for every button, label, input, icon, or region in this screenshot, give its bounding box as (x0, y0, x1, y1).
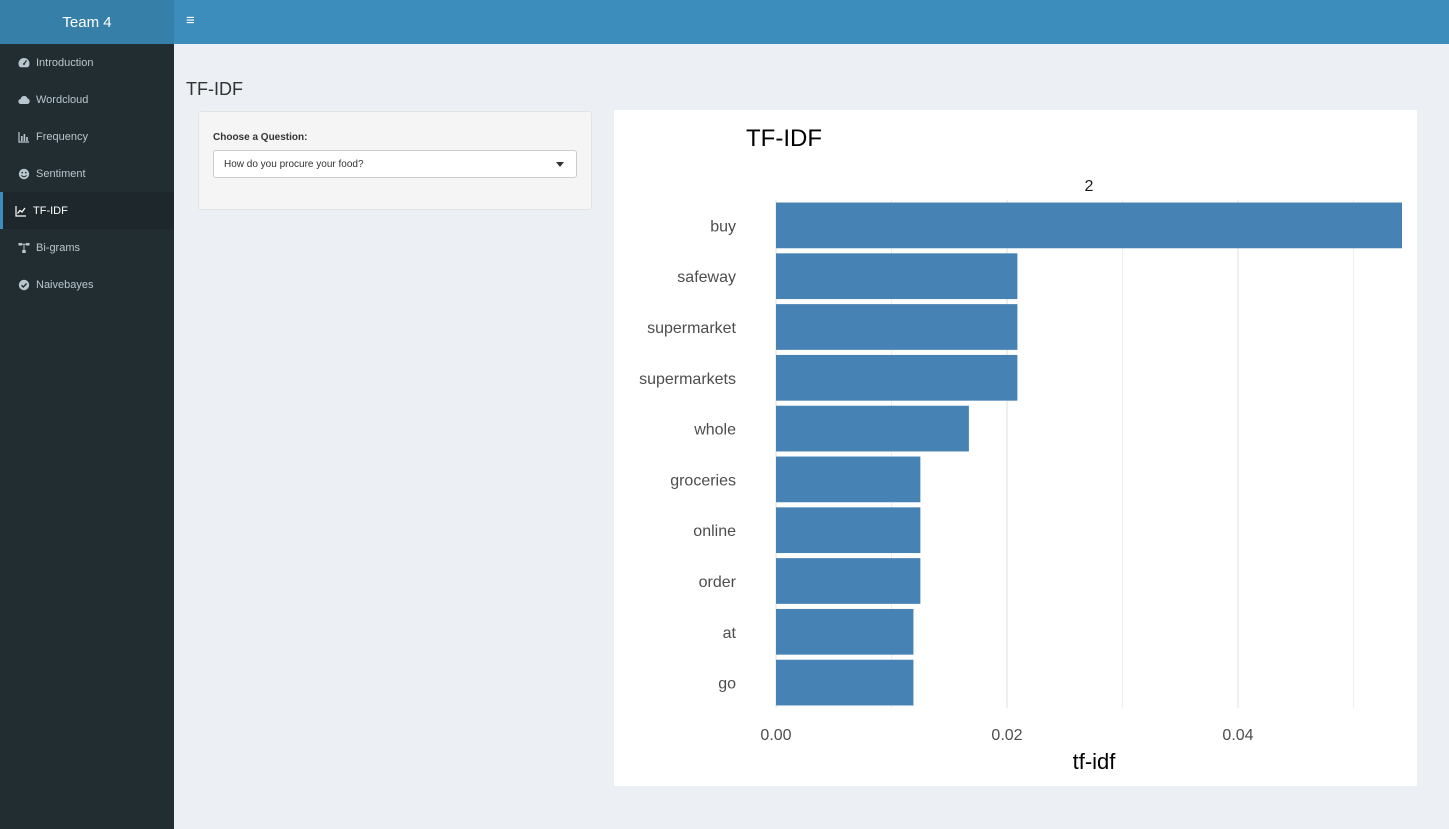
chart-bars (776, 202, 1402, 706)
y-tick-label: groceries (670, 472, 736, 489)
sidebar-item-wordcloud[interactable]: Wordcloud (0, 81, 174, 118)
sidebar-item-introduction[interactable]: Introduction (0, 44, 174, 81)
chart-title: TF-IDF (746, 125, 822, 152)
x-tick-label: 0.00 (760, 727, 791, 744)
dashboard-icon (18, 57, 30, 69)
bar-groceries (776, 456, 921, 503)
line-chart-icon (15, 205, 27, 217)
cloud-icon (18, 94, 30, 106)
question-select-value: How do you procure your food? (224, 159, 364, 170)
x-axis-ticks: 0.00 0.02 0.04 (760, 727, 1253, 744)
sidebar-item-label: Wordcloud (36, 93, 89, 106)
x-axis-title: tf-idf (1073, 749, 1117, 774)
sitemap-icon (18, 242, 30, 254)
sidebar-item-frequency[interactable]: Frequency (0, 118, 174, 155)
sidebar-item-label: Sentiment (36, 167, 86, 180)
x-tick-label: 0.04 (1222, 727, 1253, 744)
bar-online (776, 507, 921, 554)
sidebar-item-label: Bi-grams (36, 241, 81, 254)
bar-order (776, 558, 921, 604)
question-control-box: Choose a Question: How do you procure yo… (198, 111, 592, 210)
y-tick-label: at (723, 625, 737, 642)
bar-supermarket (776, 304, 1018, 350)
y-tick-label: safeway (677, 269, 736, 286)
y-tick-label: whole (693, 422, 736, 439)
y-tick-label: supermarkets (639, 371, 736, 388)
y-axis-labels: buy safeway supermarket supermarkets whole gr… (639, 218, 737, 692)
bar-supermarkets (776, 354, 1018, 401)
bar-safeway (776, 253, 1018, 300)
brand-logo[interactable]: Team 4 (0, 0, 174, 44)
sidebar-item-sentiment[interactable]: Sentiment (0, 155, 174, 192)
bar-at (776, 608, 914, 655)
sidebar-item-tf-idf[interactable]: TF-IDF (0, 192, 174, 229)
sidebar: Introduction Wordcloud Frequency Sentime… (0, 44, 174, 829)
y-tick-label: order (699, 574, 737, 591)
sidebar-item-label: Introduction (36, 56, 94, 69)
bar-buy (776, 202, 1402, 249)
bar-go (776, 659, 914, 706)
y-tick-label: go (718, 676, 736, 693)
facet-strip-label: 2 (1085, 178, 1094, 195)
y-tick-label: supermarket (647, 320, 736, 337)
sidebar-item-naivebayes[interactable]: Naivebayes (0, 266, 174, 303)
tf-idf-chart: TF-IDF 2 buy safeway supermarket supermarke… (639, 125, 1402, 774)
top-header: Team 4 ≡ (0, 0, 1449, 44)
y-tick-label: buy (710, 218, 736, 235)
bar-whole (776, 405, 969, 452)
y-tick-label: online (693, 523, 736, 540)
question-label: Choose a Question: (213, 132, 308, 143)
page-title: TF-IDF (186, 79, 243, 99)
tf-idf-plot: TF-IDF 2 buy safeway supermarket supermarke… (614, 110, 1417, 786)
sidebar-item-label: Naivebayes (36, 278, 94, 291)
sidebar-item-label: Frequency (36, 130, 88, 143)
sidebar-item-bi-grams[interactable]: Bi-grams (0, 229, 174, 266)
hamburger-icon[interactable]: ≡ (186, 13, 200, 29)
bar-chart-icon (18, 131, 30, 143)
sidebar-item-label: TF-IDF (33, 204, 68, 217)
question-select[interactable]: How do you procure your food? (213, 150, 577, 178)
x-tick-label: 0.02 (991, 727, 1022, 744)
check-circle-icon (18, 279, 30, 291)
chevron-down-icon[interactable] (556, 162, 564, 167)
smile-icon (18, 168, 30, 180)
